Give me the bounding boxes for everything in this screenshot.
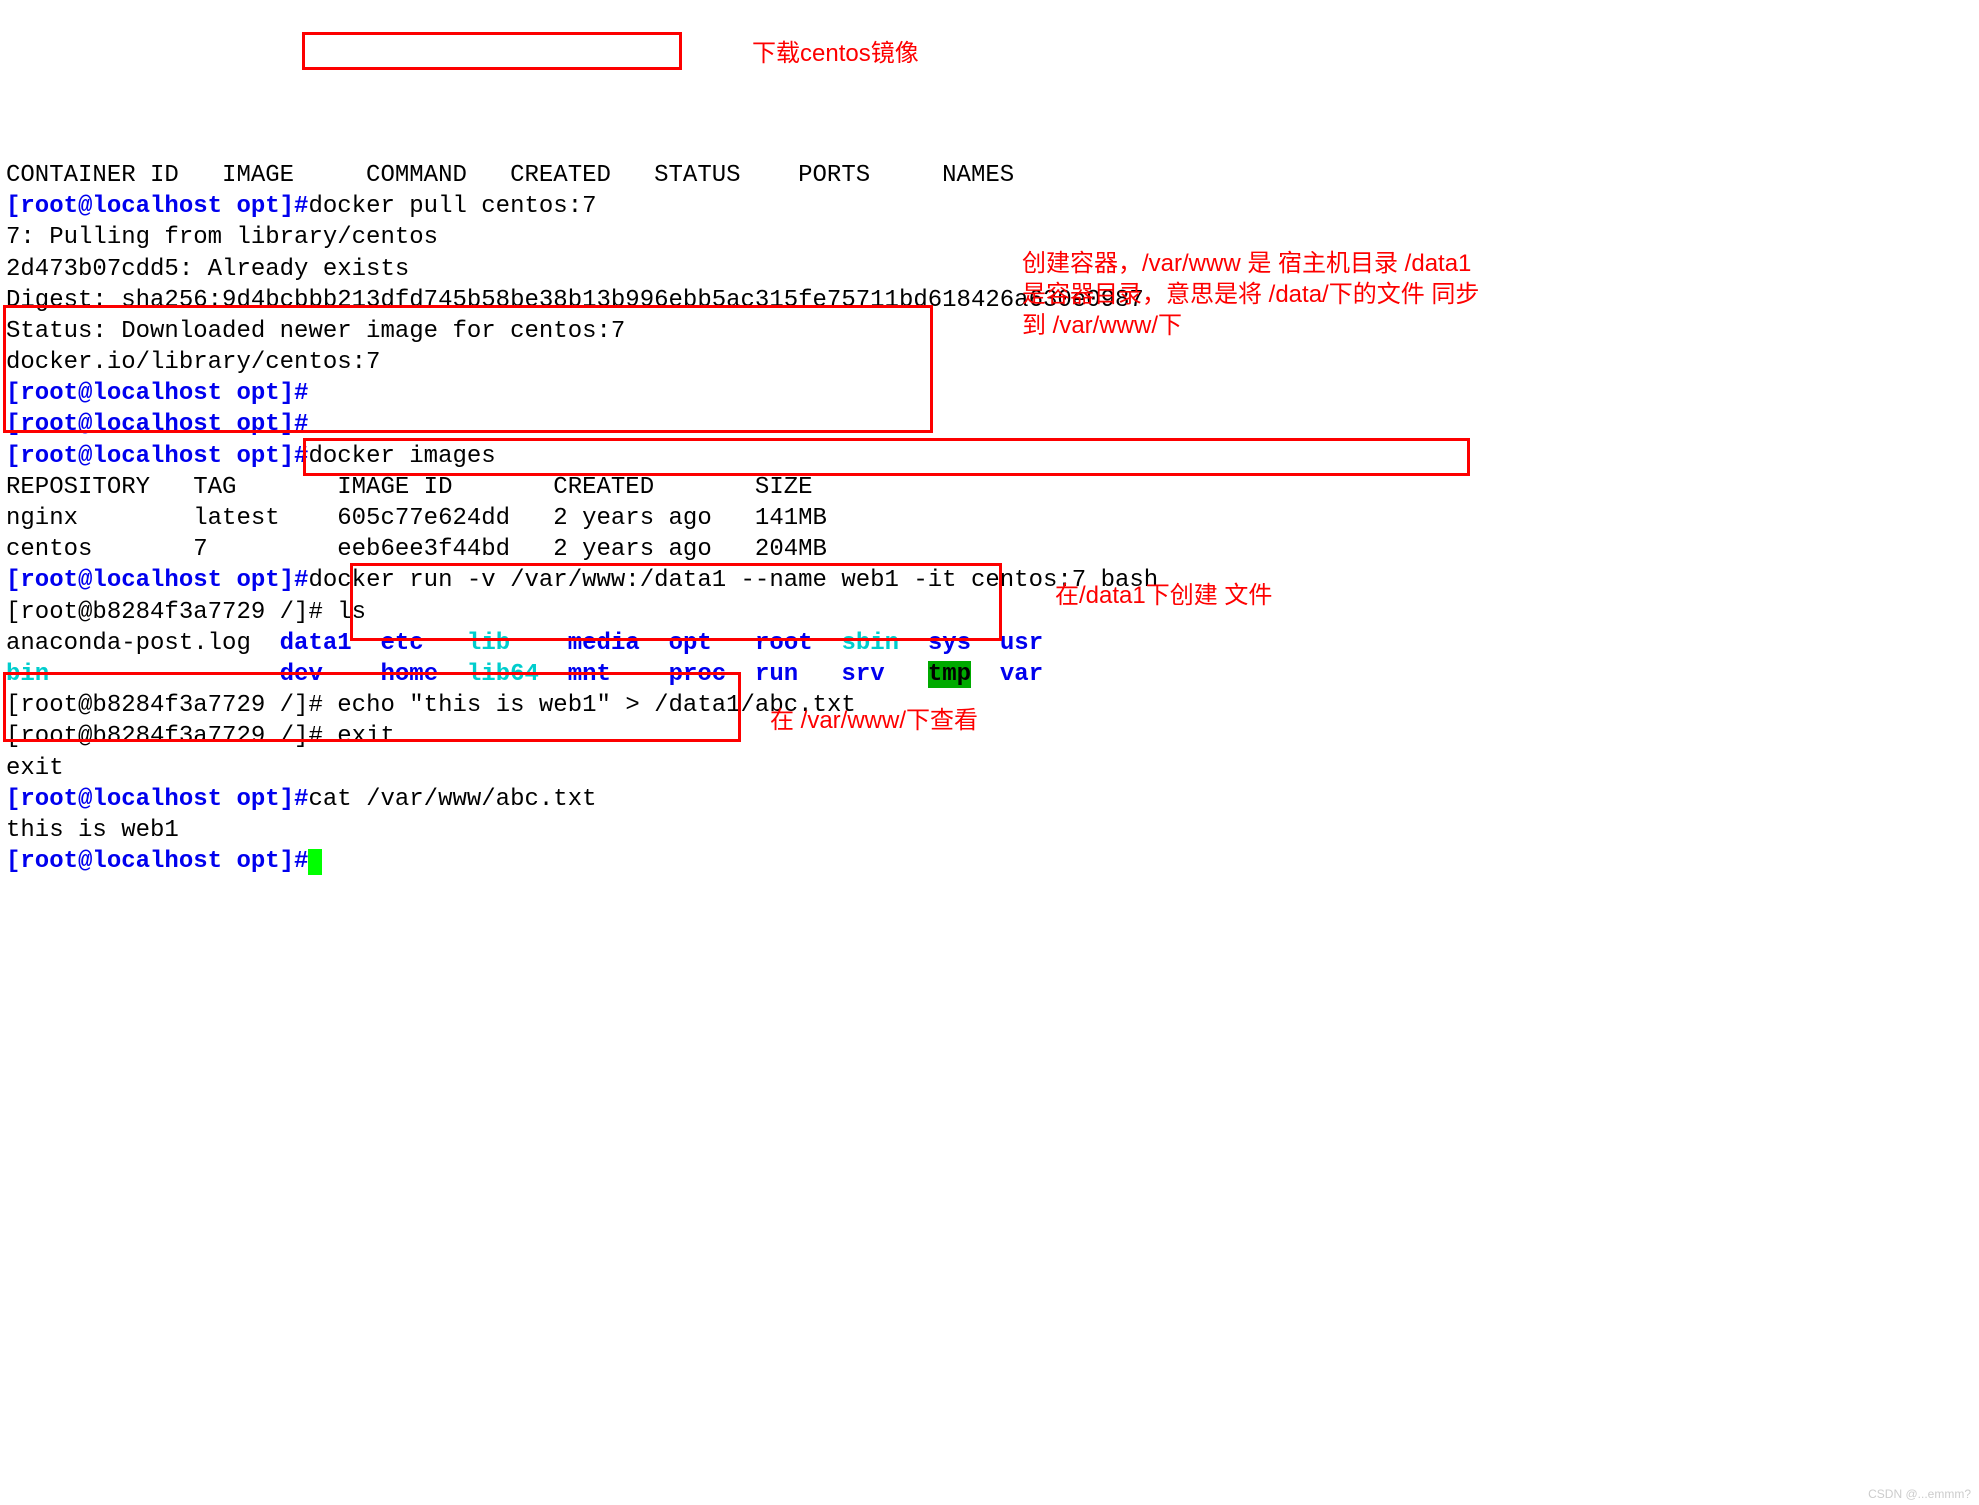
ls-dir: mnt xyxy=(568,661,611,688)
ls-link: bin xyxy=(6,661,49,688)
ls-dir: data1 xyxy=(280,630,352,657)
prompt: [root@localhost opt]# xyxy=(6,411,308,438)
prompt: [root@localhost opt]# xyxy=(6,567,308,594)
prompt: [root@localhost opt]# xyxy=(6,786,308,813)
ls-dir: var xyxy=(1000,661,1043,688)
ls-link: lib64 xyxy=(467,661,539,688)
ls-dir: srv xyxy=(841,661,884,688)
docker-ps-header: CONTAINER ID IMAGE COMMAND CREATED STATU… xyxy=(6,162,1014,189)
ls-dir: usr xyxy=(1000,630,1043,657)
ls-dir: opt xyxy=(669,630,712,657)
container-prompt: [root@b8284f3a7729 /]# xyxy=(6,692,337,719)
ls-dir: root xyxy=(755,630,813,657)
command[interactable]: cat /var/www/abc.txt xyxy=(308,786,596,813)
command[interactable]: echo "this is web1" > /data1/abc.txt xyxy=(337,692,855,719)
output-line: docker.io/library/centos:7 xyxy=(6,349,380,376)
images-row: centos 7 eeb6ee3f44bd 2 years ago 204MB xyxy=(6,536,827,563)
prompt: [root@localhost opt]# xyxy=(6,848,308,875)
watermark: CSDN @...emmm? xyxy=(1868,1487,1971,1503)
ls-link: sbin xyxy=(841,630,899,657)
output-line: Status: Downloaded newer image for cento… xyxy=(6,318,625,345)
command[interactable]: docker pull centos:7 xyxy=(308,193,596,220)
command[interactable]: docker images xyxy=(308,443,495,470)
output-line: this is web1 xyxy=(6,817,179,844)
output-line: Digest: sha256:9d4bcbbb213dfd745b58be38b… xyxy=(6,287,1144,314)
container-prompt: [root@b8284f3a7729 /]# xyxy=(6,723,337,750)
ls-dir: proc xyxy=(669,661,727,688)
annotation: 下载centos镜像 xyxy=(752,38,919,69)
output-line: 2d473b07cdd5: Already exists xyxy=(6,256,409,283)
images-header: REPOSITORY TAG IMAGE ID CREATED SIZE xyxy=(6,474,813,501)
ls-plain: anaconda-post.log xyxy=(6,630,280,657)
command[interactable]: exit xyxy=(337,723,395,750)
ls-dir: dev xyxy=(280,661,323,688)
prompt: [root@localhost opt]# xyxy=(6,380,308,407)
output-line: 7: Pulling from library/centos xyxy=(6,224,438,251)
container-prompt: [root@b8284f3a7729 /]# xyxy=(6,599,337,626)
command[interactable]: docker run -v /var/www:/data1 --name web… xyxy=(308,567,1158,594)
images-row: nginx latest 605c77e624dd 2 years ago 14… xyxy=(6,505,827,532)
cursor-icon[interactable] xyxy=(308,849,322,875)
ls-dir: run xyxy=(755,661,798,688)
command[interactable]: ls xyxy=(337,599,366,626)
output-line: exit xyxy=(6,755,64,782)
prompt: [root@localhost opt]# xyxy=(6,443,308,470)
ls-dir: sys xyxy=(928,630,971,657)
ls-link: lib xyxy=(467,630,510,657)
ls-dir: home xyxy=(380,661,438,688)
ls-dir: etc xyxy=(380,630,423,657)
highlight-box xyxy=(302,32,682,70)
ls-tmp: tmp xyxy=(928,661,971,688)
ls-dir: media xyxy=(568,630,640,657)
terminal-output: CONTAINER ID IMAGE COMMAND CREATED STATU… xyxy=(6,129,1973,878)
prompt: [root@localhost opt]# xyxy=(6,193,308,220)
